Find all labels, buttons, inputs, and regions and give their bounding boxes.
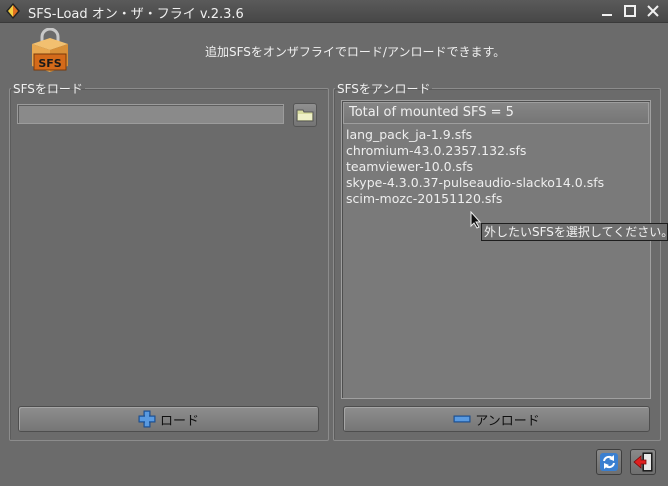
exit-button[interactable] [630, 449, 656, 475]
list-item[interactable]: skype-4.3.0.37-pulseaudio-slacko14.0.sfs [346, 175, 604, 191]
refresh-button[interactable] [596, 449, 622, 475]
logo-text: SFS [38, 57, 61, 70]
unload-button-label: アンロード [475, 413, 540, 429]
maximize-button[interactable] [621, 2, 639, 20]
folder-icon [296, 109, 314, 122]
list-item[interactable]: lang_pack_ja-1.9.sfs [346, 127, 604, 143]
close-button[interactable] [644, 2, 662, 20]
sfs-logo: SFS [32, 28, 68, 72]
unload-button[interactable]: アンロード [343, 406, 650, 432]
sfs-path-input[interactable] [17, 104, 284, 124]
list-header[interactable]: Total of mounted SFS = 5 [343, 102, 649, 124]
minimize-button[interactable] [598, 2, 616, 20]
load-button-label: ロード [159, 413, 199, 429]
refresh-icon [600, 453, 618, 471]
browse-folder-button[interactable] [293, 103, 317, 127]
mounted-sfs-list[interactable]: Total of mounted SFS = 5 lang_pack_ja-1.… [341, 100, 651, 399]
load-panel: SFSをロード [9, 80, 329, 441]
tooltip: 外したいSFSを選択してください。 [481, 223, 668, 241]
title-bar: SFS-Load オン・ザ・フライ v.2.3.6 [0, 0, 668, 23]
close-icon [647, 5, 659, 17]
list-items: lang_pack_ja-1.9.sfs chromium-43.0.2357.… [346, 127, 604, 207]
window-title: SFS-Load オン・ザ・フライ v.2.3.6 [28, 7, 244, 22]
load-panel-legend: SFSをロード [13, 82, 83, 96]
unload-panel-legend: SFSをアンロード [337, 82, 431, 96]
maximize-icon [624, 5, 636, 17]
minimize-icon [602, 14, 612, 16]
minus-icon [453, 415, 471, 423]
load-button[interactable]: ロード [18, 406, 319, 432]
exit-icon [633, 452, 653, 472]
list-item[interactable]: scim-mozc-20151120.sfs [346, 191, 604, 207]
list-item[interactable]: chromium-43.0.2357.132.sfs [346, 143, 604, 159]
header-message: 追加SFSをオンザフライでロード/アンロードできます。 [205, 45, 506, 59]
plus-icon [138, 410, 156, 428]
list-item[interactable]: teamviewer-10.0.sfs [346, 159, 604, 175]
app-icon [6, 3, 20, 19]
